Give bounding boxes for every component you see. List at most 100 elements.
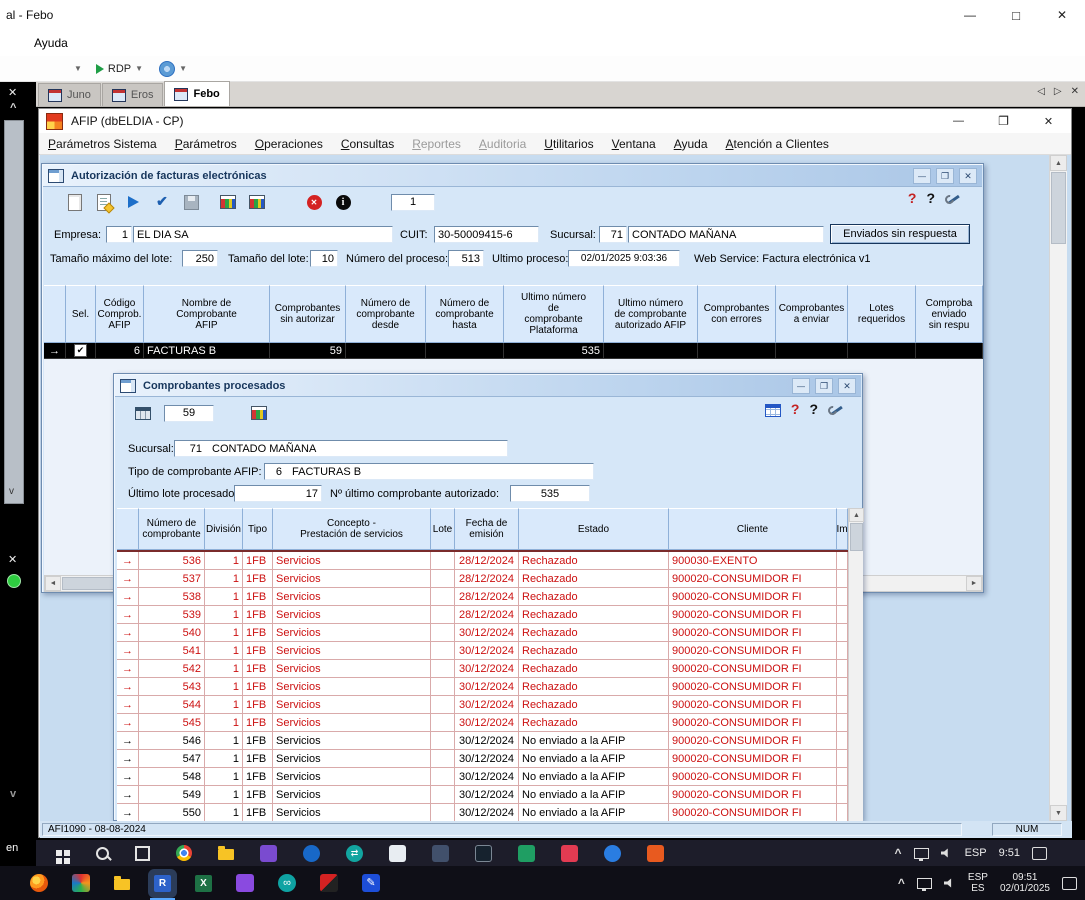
cell[interactable]: Servicios: [273, 660, 431, 678]
dropdown-caret-icon[interactable]: [179, 64, 187, 73]
cell[interactable]: Rechazado: [519, 588, 669, 606]
column-header[interactable]: Lotes requeridos: [848, 285, 916, 343]
tools-icon[interactable]: [828, 403, 844, 417]
cell[interactable]: 1: [205, 624, 243, 642]
menu-item[interactable]: Parámetros: [166, 134, 246, 154]
chevron-up-icon[interactable]: ^: [10, 102, 16, 114]
column-header[interactable]: Fecha de emisión: [455, 508, 519, 550]
cell[interactable]: No enviado a la AFIP: [519, 750, 669, 768]
counter-field[interactable]: 1: [391, 194, 435, 211]
cell[interactable]: 1FB: [243, 732, 273, 750]
cell[interactable]: [837, 786, 848, 804]
cell[interactable]: 537: [139, 570, 205, 588]
app-icon[interactable]: [561, 845, 578, 862]
cell[interactable]: 900020-CONSUMIDOR FI: [669, 714, 837, 732]
column-header[interactable]: Lote: [431, 508, 455, 550]
scroll-up-icon[interactable]: [849, 508, 864, 522]
cell[interactable]: [837, 696, 848, 714]
search-icon[interactable]: [96, 847, 109, 860]
keyboard-language[interactable]: ESP: [965, 847, 987, 859]
grid-button-2[interactable]: [244, 190, 270, 214]
table-row[interactable]: 54311FBServicios30/12/2024Rechazado90002…: [117, 678, 848, 696]
cell[interactable]: 30/12/2024: [455, 678, 519, 696]
cell[interactable]: 546: [139, 732, 205, 750]
cell[interactable]: 1FB: [243, 552, 273, 570]
cell[interactable]: FACTURAS B: [144, 343, 270, 359]
close-button[interactable]: [1039, 0, 1085, 30]
cuit-field[interactable]: 30-50009415-6: [434, 226, 539, 243]
cell[interactable]: [848, 343, 916, 359]
sucursal-field[interactable]: 71 CONTADO MAÑANA: [174, 440, 508, 457]
cell[interactable]: Servicios: [273, 750, 431, 768]
table-row[interactable]: 53911FBServicios28/12/2024Rechazado90002…: [117, 606, 848, 624]
cell[interactable]: [431, 804, 455, 821]
firefox-icon[interactable]: [30, 874, 48, 892]
cell[interactable]: [837, 552, 848, 570]
cell[interactable]: [431, 642, 455, 660]
cell[interactable]: 30/12/2024: [455, 624, 519, 642]
tab-eros[interactable]: Eros: [102, 83, 164, 106]
close-button[interactable]: [1026, 109, 1071, 133]
cell[interactable]: [431, 678, 455, 696]
connect-icon[interactable]: [96, 64, 104, 74]
scroll-right-icon[interactable]: [966, 576, 982, 591]
app-icon[interactable]: [278, 874, 296, 892]
cell[interactable]: [431, 606, 455, 624]
speaker-icon[interactable]: [944, 878, 956, 888]
cell[interactable]: 900020-CONSUMIDOR FI: [669, 786, 837, 804]
enviados-sin-respuesta-button[interactable]: Enviados sin respuesta: [830, 224, 970, 244]
restore-button[interactable]: [815, 378, 833, 394]
table-row[interactable]: 54211FBServicios30/12/2024Rechazado90002…: [117, 660, 848, 678]
cell[interactable]: Servicios: [273, 696, 431, 714]
cell[interactable]: 900020-CONSUMIDOR FI: [669, 624, 837, 642]
help-icon[interactable]: [926, 190, 935, 208]
cell[interactable]: Servicios: [273, 732, 431, 750]
dropdown-caret-icon[interactable]: [135, 64, 143, 73]
cell[interactable]: Servicios: [273, 606, 431, 624]
cell[interactable]: 30/12/2024: [455, 642, 519, 660]
row-indicator[interactable]: [117, 786, 139, 804]
cell[interactable]: 1FB: [243, 606, 273, 624]
cell[interactable]: 900020-CONSUMIDOR FI: [669, 588, 837, 606]
dropdown-caret-icon[interactable]: [74, 64, 82, 73]
table-row[interactable]: 53711FBServicios28/12/2024Rechazado90002…: [117, 570, 848, 588]
notification-icon[interactable]: [1032, 847, 1047, 860]
column-header[interactable]: Comprobantes a enviar: [776, 285, 848, 343]
cell[interactable]: [837, 714, 848, 732]
processed-counter-field[interactable]: 59: [164, 405, 214, 422]
grid-button[interactable]: [246, 401, 272, 425]
table-row[interactable]: 54011FBServicios30/12/2024Rechazado90002…: [117, 624, 848, 642]
column-header[interactable]: Comprobantes con errores: [698, 285, 776, 343]
row-indicator[interactable]: [117, 588, 139, 606]
cell[interactable]: 1: [205, 660, 243, 678]
lote-max-field[interactable]: 250: [182, 250, 218, 267]
cell[interactable]: [431, 570, 455, 588]
row-indicator[interactable]: [117, 606, 139, 624]
grid-button[interactable]: [215, 190, 241, 214]
restore-button[interactable]: [981, 109, 1026, 133]
cell[interactable]: 542: [139, 660, 205, 678]
cell[interactable]: Servicios: [273, 642, 431, 660]
partial-scrollbar[interactable]: [4, 120, 24, 504]
table-row[interactable]: 54711FBServicios30/12/2024No enviado a l…: [117, 750, 848, 768]
cell[interactable]: 900020-CONSUMIDOR FI: [669, 696, 837, 714]
maximize-button[interactable]: [993, 0, 1039, 30]
column-header[interactable]: Comprobantes sin autorizar: [270, 285, 346, 343]
cell[interactable]: 900020-CONSUMIDOR FI: [669, 768, 837, 786]
app-icon[interactable]: [518, 845, 535, 862]
table-row[interactable]: 54811FBServicios30/12/2024No enviado a l…: [117, 768, 848, 786]
cell[interactable]: [431, 588, 455, 606]
app-icon[interactable]: [346, 845, 363, 862]
cell[interactable]: 1FB: [243, 624, 273, 642]
cell[interactable]: 1: [205, 768, 243, 786]
cell[interactable]: 1FB: [243, 696, 273, 714]
cell[interactable]: 1: [205, 588, 243, 606]
save-button[interactable]: [178, 190, 204, 214]
checkbox-cell[interactable]: [66, 343, 96, 359]
cell[interactable]: Servicios: [273, 768, 431, 786]
cell[interactable]: 1: [205, 570, 243, 588]
rdp-dropdown[interactable]: RDP: [108, 63, 131, 75]
cell[interactable]: 536: [139, 552, 205, 570]
cell[interactable]: Rechazado: [519, 660, 669, 678]
cell[interactable]: 1: [205, 642, 243, 660]
